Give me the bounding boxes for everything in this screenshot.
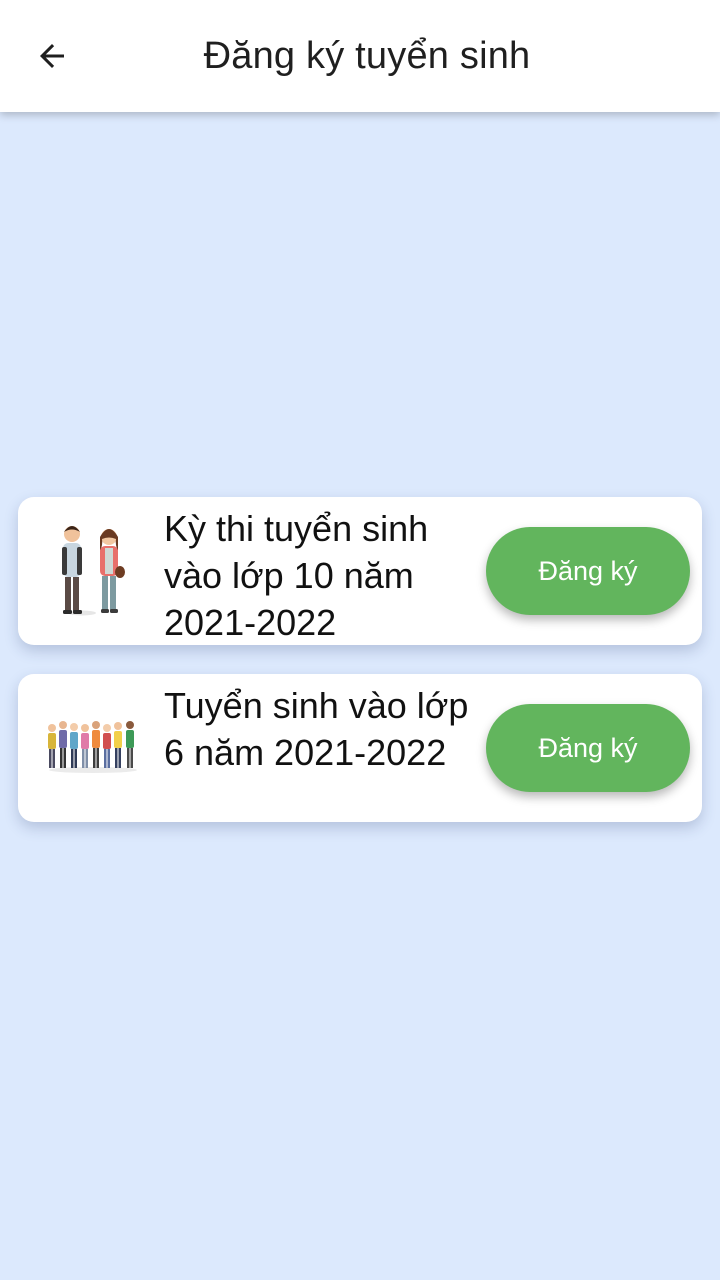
registration-card: Tuyển sinh vào lớp 6 năm 2021-2022 Đăng … xyxy=(18,674,702,822)
registration-title: Kỳ thi tuyển sinh vào lớp 10 năm 2021-20… xyxy=(164,508,429,643)
register-button[interactable]: Đăng ký xyxy=(486,527,690,615)
page-title: Đăng ký tuyển sinh xyxy=(203,35,531,77)
registration-card: Kỳ thi tuyển sinh vào lớp 10 năm 2021-20… xyxy=(18,497,702,645)
register-button[interactable]: Đăng ký xyxy=(486,704,690,792)
app-bar: Đăng ký tuyển sinh xyxy=(0,0,720,112)
group-of-students-illustration xyxy=(38,692,148,804)
two-students-illustration xyxy=(38,515,148,627)
registration-title: Tuyển sinh vào lớp 6 năm 2021-2022 xyxy=(164,685,469,773)
registration-list: Kỳ thi tuyển sinh vào lớp 10 năm 2021-20… xyxy=(18,497,702,851)
